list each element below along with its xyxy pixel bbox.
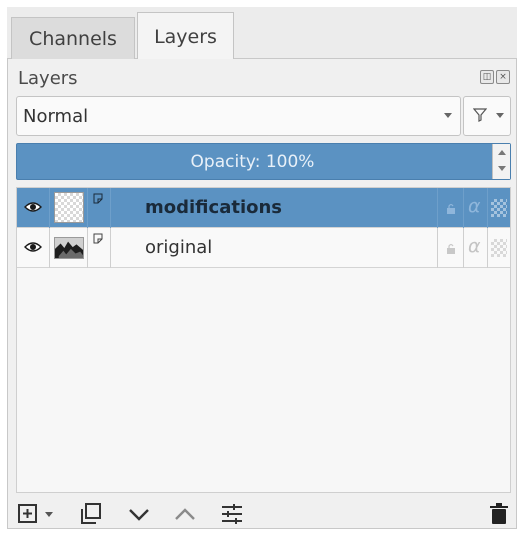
panel-title-buttons: ◫ × [480,70,510,84]
blending-mode-select[interactable]: Normal [16,96,461,136]
alpha-icon: α [468,195,481,217]
eye-icon [24,202,42,212]
layer-name: original [145,237,213,258]
checkerboard-icon [491,239,507,257]
eye-icon [24,242,42,252]
tab-layers-label: Layers [154,25,217,48]
tab-layers[interactable]: Layers [137,12,234,60]
alpha-lock-toggle[interactable]: α [464,188,488,228]
lock-toggle[interactable] [438,188,464,228]
opacity-spinner[interactable] [492,144,510,179]
opacity-slider[interactable]: Opacity: 100% [16,143,511,180]
layer-row[interactable]: original α [17,228,510,268]
layer-thumbnail [54,237,84,259]
layer-properties-icon[interactable] [219,501,245,527]
lock-toggle[interactable] [438,228,464,268]
duplicate-layer-icon[interactable] [78,501,104,527]
layer-name-cell[interactable]: original [111,228,438,268]
delete-layer-icon[interactable] [486,501,512,527]
filter-icon [473,108,487,122]
layer-row[interactable]: modifications α [17,188,510,228]
link-toggle[interactable] [88,188,111,228]
layer-name: modifications [145,197,283,218]
close-icon[interactable]: × [496,70,510,84]
alpha-lock-toggle[interactable]: α [464,228,488,268]
checkerboard-icon [491,199,507,217]
link-icon [93,193,103,204]
visibility-toggle[interactable] [17,228,50,268]
alpha-icon: α [468,235,481,257]
layer-name-cell[interactable]: modifications [111,188,438,228]
lock-icon [447,243,455,254]
inherit-alpha-toggle[interactable] [488,228,510,268]
move-layer-up-icon[interactable] [172,501,198,527]
tab-bar: Channels Layers [7,7,517,60]
layer-thumbnail [54,192,84,223]
add-layer-icon[interactable] [16,501,42,527]
lock-icon [447,203,455,214]
inherit-alpha-toggle[interactable] [488,188,510,228]
link-icon [93,233,103,244]
tab-channels[interactable]: Channels [11,17,135,59]
panel-title: Layers [18,68,78,89]
layer-thumbnail-cell[interactable] [50,228,88,268]
chevron-down-icon [496,113,504,118]
filter-button[interactable] [463,96,511,136]
add-layer-menu-icon[interactable] [42,501,56,527]
link-toggle[interactable] [88,228,111,268]
move-layer-down-icon[interactable] [126,501,152,527]
layers-panel: Layers ◫ × Normal Opacity: 100% modifica… [7,59,517,529]
layers-docker: Channels Layers Layers ◫ × Normal Opacit… [7,7,517,529]
spin-up-icon[interactable] [498,150,506,155]
layer-list: modifications α original α [16,187,511,493]
layer-toolbar [8,497,516,529]
tab-channels-label: Channels [29,27,117,50]
chevron-down-icon [444,113,452,118]
visibility-toggle[interactable] [17,188,50,228]
detach-icon[interactable]: ◫ [480,70,494,84]
blending-mode-value: Normal [23,106,89,127]
layer-thumbnail-cell[interactable] [50,188,88,228]
spin-down-icon[interactable] [498,166,506,171]
opacity-label: Opacity: 100% [190,152,315,172]
